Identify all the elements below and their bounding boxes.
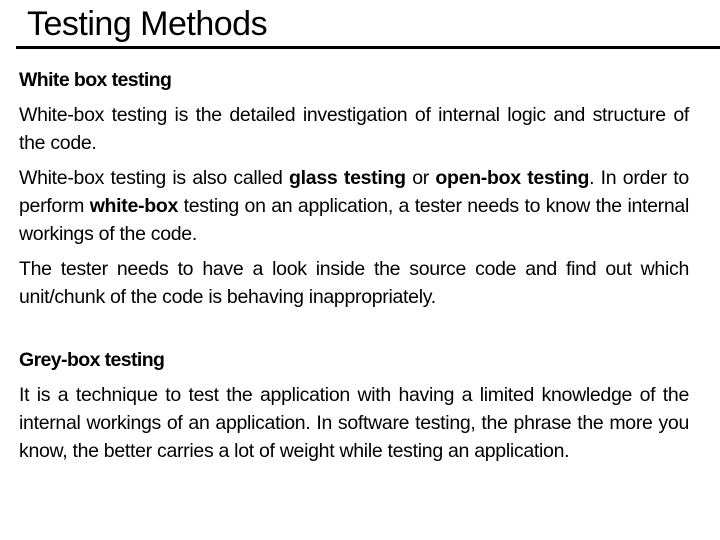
paragraph: It is a technique to test the applicatio… xyxy=(19,384,689,462)
slide-title: Testing Methods xyxy=(27,5,268,43)
title-underline xyxy=(16,46,720,49)
text-run: or xyxy=(405,167,436,189)
section-heading: White box testing xyxy=(19,69,172,91)
bold-term-open-box-testing: open-box testing xyxy=(435,167,590,189)
text-run: White-box testing is also called xyxy=(19,167,290,189)
section-heading: Grey-box testing xyxy=(19,349,165,371)
bold-term-white-box: white-box xyxy=(89,195,179,217)
slide-content: White box testing White-box testing is t… xyxy=(19,66,689,472)
paragraph: The tester needs to have a look inside t… xyxy=(19,258,689,308)
bold-term-glass-testing: glass testing xyxy=(289,167,406,189)
paragraph: White-box testing is also called glass t… xyxy=(19,164,689,248)
paragraph: White-box testing is the detailed invest… xyxy=(19,104,689,154)
section-grey-box: Grey-box testing It is a technique to te… xyxy=(19,346,689,465)
section-white-box: White box testing White-box testing is t… xyxy=(19,66,689,311)
